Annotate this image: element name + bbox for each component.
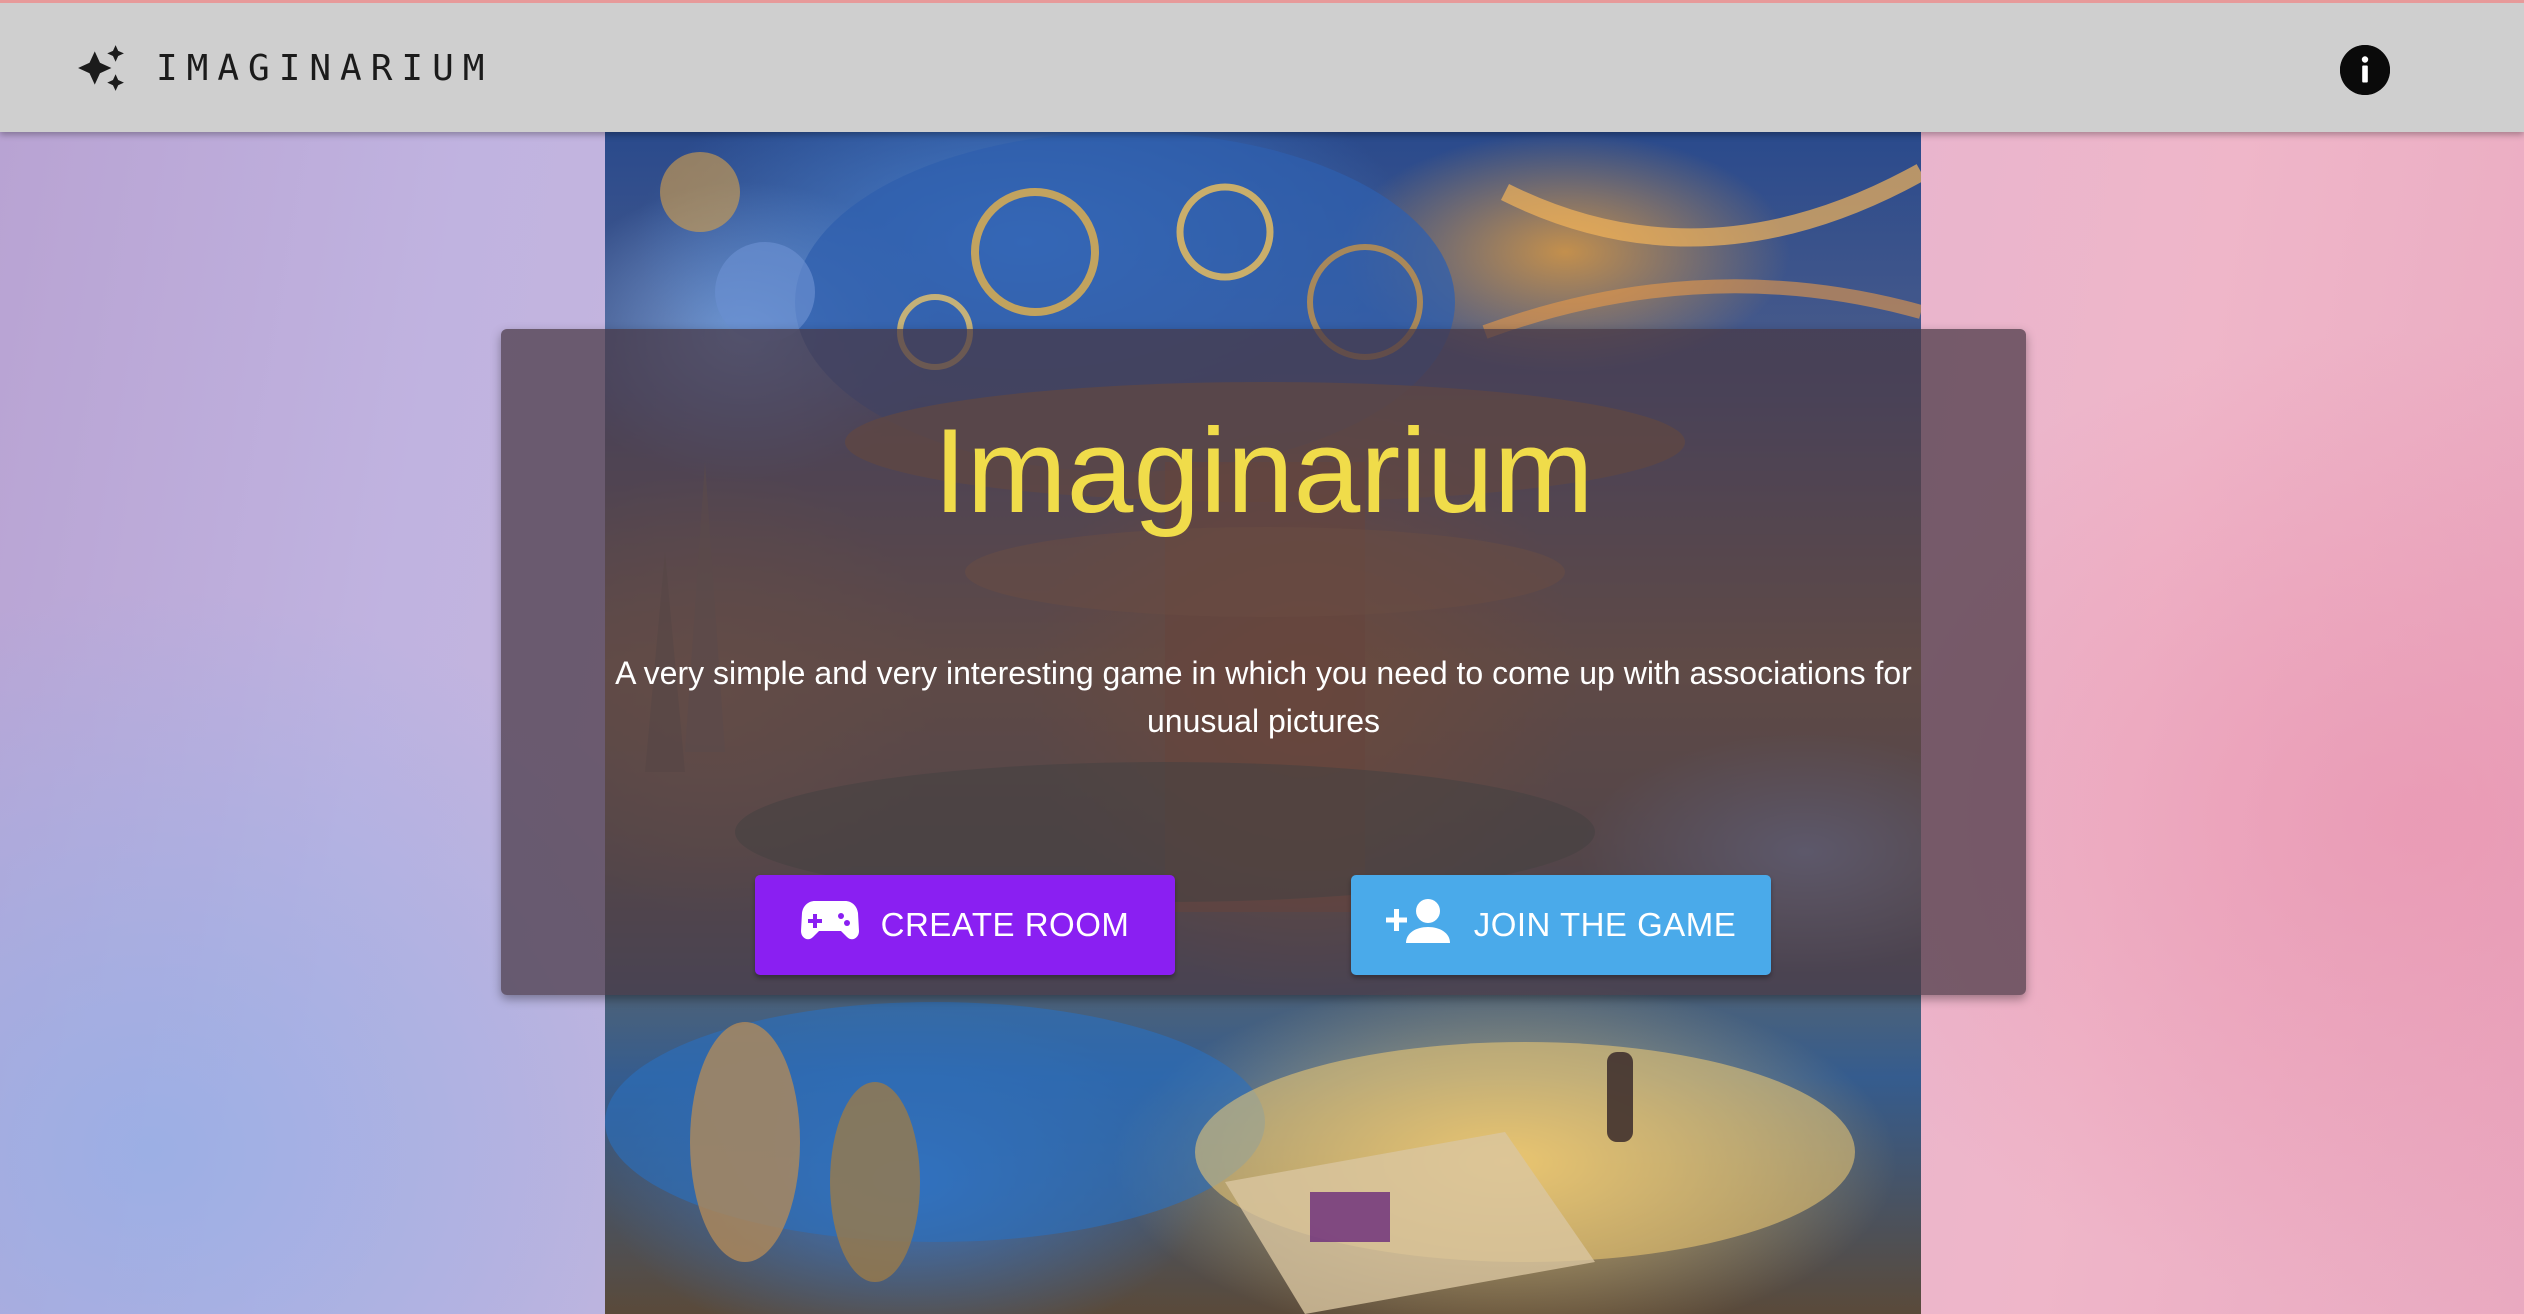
top-app-bar: IMAGINARIUM (0, 0, 2524, 132)
person-add-icon (1385, 897, 1474, 953)
create-room-label: CREATE ROOM (880, 906, 1130, 943)
hero-title: Imaginarium (933, 404, 1594, 538)
info-icon (2340, 45, 2390, 95)
auto-awesome-sparkles-icon (76, 43, 126, 93)
info-button[interactable] (2340, 45, 2390, 95)
create-room-button[interactable]: CREATE ROOM (755, 875, 1175, 975)
join-game-button[interactable]: JOIN THE GAME (1351, 875, 1771, 975)
gamepad-icon (800, 899, 881, 951)
app-title: IMAGINARIUM (156, 48, 494, 89)
hero-card: Imaginarium A very simple and very inter… (501, 329, 2026, 995)
hero-description: A very simple and very interesting game … (615, 655, 1912, 739)
join-game-label: JOIN THE GAME (1473, 906, 1737, 943)
